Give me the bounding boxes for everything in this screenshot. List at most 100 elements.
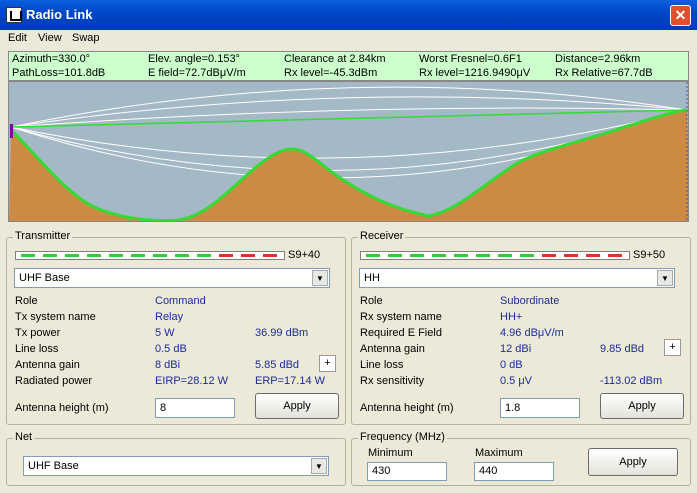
chevron-down-icon: ▼ bbox=[312, 270, 328, 286]
frequency-min-input[interactable]: 430 bbox=[367, 462, 447, 481]
rx-radio-select[interactable]: HH ▼ bbox=[359, 268, 675, 288]
tx-apply-button[interactable]: Apply bbox=[255, 393, 339, 419]
menu-swap[interactable]: Swap bbox=[72, 32, 100, 44]
tx-role-label: Role bbox=[15, 295, 38, 307]
receiver-title: Receiver bbox=[358, 230, 406, 242]
tx-meter-segment bbox=[219, 254, 233, 257]
tx-meter-segment bbox=[131, 254, 145, 257]
info-azimuth: Azimuth=330.0° bbox=[12, 53, 91, 65]
rx-line-loss-label: Line loss bbox=[360, 359, 404, 371]
rx-line-loss-value: 0 dB bbox=[500, 359, 523, 371]
rx-add-antenna-button[interactable]: + bbox=[664, 339, 681, 356]
menu-view[interactable]: View bbox=[38, 32, 62, 44]
info-fresnel: Worst Fresnel=0.6F1 bbox=[419, 53, 522, 65]
tx-meter-segment bbox=[263, 254, 277, 257]
tx-antenna-height-label: Antenna height (m) bbox=[15, 402, 109, 414]
tx-antenna-height-input[interactable]: 8 bbox=[155, 398, 235, 418]
tx-meter-segment bbox=[241, 254, 255, 257]
tx-meter-segment bbox=[197, 254, 211, 257]
frequency-group: Frequency (MHz) Minimum 430 Maximum 440 … bbox=[351, 431, 691, 486]
tx-eirp-value: EIRP=28.12 W bbox=[155, 375, 229, 387]
rx-meter-segment bbox=[388, 254, 402, 257]
info-clearance: Clearance at 2.84km bbox=[284, 53, 386, 65]
rx-meter-segment bbox=[542, 254, 556, 257]
tx-radio-select[interactable]: UHF Base ▼ bbox=[14, 268, 330, 288]
rx-meter-segment bbox=[520, 254, 534, 257]
app-icon bbox=[6, 7, 22, 23]
info-rx-level-dbm: Rx level=-45.3dBm bbox=[284, 67, 378, 79]
rx-meter-segment bbox=[564, 254, 578, 257]
rx-role-value: Subordinate bbox=[500, 295, 560, 307]
rx-meter-segment bbox=[432, 254, 446, 257]
tx-meter-label: S9+40 bbox=[288, 249, 321, 261]
rx-apply-button[interactable]: Apply bbox=[600, 393, 684, 419]
frequency-max-label: Maximum bbox=[475, 447, 523, 459]
tx-radiated-power-label: Radiated power bbox=[15, 375, 93, 387]
rx-meter-segment bbox=[586, 254, 600, 257]
tx-antenna-height-value: 8 bbox=[160, 402, 167, 414]
info-elevation: Elev. angle=0.153° bbox=[148, 53, 240, 65]
info-rx-relative: Rx Relative=67.7dB bbox=[555, 67, 653, 79]
net-select[interactable]: UHF Base ▼ bbox=[23, 456, 329, 476]
rx-required-efield-label: Required E Field bbox=[360, 327, 442, 339]
info-efield: E field=72.7dBμV/m bbox=[148, 67, 246, 79]
title-bar: Radio Link ✕ bbox=[0, 0, 697, 30]
info-rx-level-uv: Rx level=1216.9490μV bbox=[419, 67, 531, 79]
frequency-min-value: 430 bbox=[372, 465, 391, 477]
tx-role-value: Command bbox=[155, 295, 206, 307]
chevron-down-icon: ▼ bbox=[657, 270, 673, 286]
rx-system-name-label: Rx system name bbox=[360, 311, 442, 323]
menu-bar: Edit View Swap bbox=[0, 30, 697, 48]
net-value: UHF Base bbox=[28, 460, 79, 472]
tx-antenna-gain-dbi: 8 dBi bbox=[155, 359, 181, 371]
rx-antenna-height-label: Antenna height (m) bbox=[360, 402, 454, 414]
rx-meter-segment bbox=[410, 254, 424, 257]
tx-meter-segment bbox=[43, 254, 57, 257]
rx-antenna-gain-label: Antenna gain bbox=[360, 343, 425, 355]
info-distance: Distance=2.96km bbox=[555, 53, 641, 65]
rx-system-name-value: HH+ bbox=[500, 311, 523, 323]
rx-signal-meter bbox=[360, 251, 630, 260]
frequency-min-label: Minimum bbox=[368, 447, 413, 459]
tx-system-name-value: Relay bbox=[155, 311, 184, 323]
tx-antenna-gain-dbd: 5.85 dBd bbox=[255, 359, 300, 371]
tx-add-antenna-button[interactable]: + bbox=[319, 355, 336, 372]
rx-antenna-height-input[interactable]: 1.8 bbox=[500, 398, 580, 418]
rx-role-label: Role bbox=[360, 295, 383, 307]
frequency-title: Frequency (MHz) bbox=[358, 431, 447, 443]
frequency-max-value: 440 bbox=[479, 465, 498, 477]
tx-line-loss-label: Line loss bbox=[15, 343, 59, 355]
rx-antenna-gain-dbi: 12 dBi bbox=[500, 343, 532, 355]
tx-meter-segment bbox=[87, 254, 101, 257]
chevron-down-icon: ▼ bbox=[311, 458, 327, 474]
transmitter-group: Transmitter S9+40 UHF Base ▼ Role Comman… bbox=[6, 230, 346, 425]
rx-antenna-height-value: 1.8 bbox=[505, 402, 521, 414]
link-info-bar: Azimuth=330.0° Elev. angle=0.153° Cleara… bbox=[8, 51, 689, 81]
tx-meter-segment bbox=[21, 254, 35, 257]
tx-system-name-label: Tx system name bbox=[15, 311, 96, 323]
tx-meter-segment bbox=[109, 254, 123, 257]
close-button[interactable]: ✕ bbox=[670, 5, 691, 26]
tx-meter-segment bbox=[65, 254, 79, 257]
rx-meter-segment bbox=[366, 254, 380, 257]
tx-erp-value: ERP=17.14 W bbox=[255, 375, 326, 387]
rx-sensitivity-label: Rx sensitivity bbox=[360, 375, 425, 387]
rx-sensitivity-dbm: -113.02 dBm bbox=[600, 375, 663, 387]
frequency-apply-button[interactable]: Apply bbox=[588, 448, 678, 476]
rx-required-efield-value: 4.96 dBμV/m bbox=[500, 327, 564, 339]
net-title: Net bbox=[13, 431, 35, 443]
net-group: Net UHF Base ▼ bbox=[6, 431, 346, 486]
rx-meter-segment bbox=[498, 254, 512, 257]
path-profile bbox=[8, 81, 689, 222]
rx-meter-segment bbox=[608, 254, 622, 257]
transmitter-title: Transmitter bbox=[13, 230, 73, 242]
menu-edit[interactable]: Edit bbox=[8, 32, 27, 44]
rx-meter-segment bbox=[476, 254, 490, 257]
tx-signal-meter bbox=[15, 251, 285, 260]
rx-antenna-gain-dbd: 9.85 dBd bbox=[600, 343, 645, 355]
rx-sensitivity-uv: 0.5 μV bbox=[500, 375, 533, 387]
rx-meter-label: S9+50 bbox=[633, 249, 666, 261]
frequency-max-input[interactable]: 440 bbox=[474, 462, 554, 481]
info-pathloss: PathLoss=101.8dB bbox=[12, 67, 106, 79]
tx-power-dbm: 36.99 dBm bbox=[255, 327, 309, 339]
